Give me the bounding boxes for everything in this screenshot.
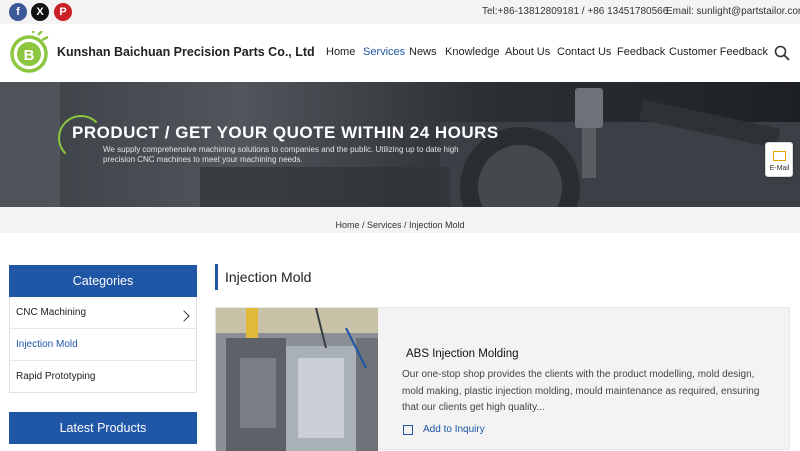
latest-products-heading: Latest Products bbox=[9, 412, 197, 444]
breadcrumb-separator: / bbox=[359, 220, 367, 230]
product-title[interactable]: ABS Injection Molding bbox=[406, 348, 519, 360]
hero-banner: PRODUCT / GET YOUR QUOTE WITHIN 24 HOURS… bbox=[0, 82, 800, 207]
breadcrumb-separator: / bbox=[401, 220, 410, 230]
breadcrumb: Home / Services / Injection Mold bbox=[335, 220, 464, 230]
nav-about-us[interactable]: About Us bbox=[505, 46, 550, 58]
x-twitter-icon[interactable]: X bbox=[31, 3, 49, 21]
add-to-inquiry-checkbox[interactable] bbox=[403, 425, 413, 435]
email-widget-label: E-Mail bbox=[769, 165, 790, 172]
email-address[interactable]: Email: sunlight@partstailor.com bbox=[666, 6, 800, 17]
company-logo[interactable]: B bbox=[8, 31, 50, 73]
facebook-icon[interactable]: f bbox=[9, 3, 27, 21]
category-rapid-prototyping[interactable]: Rapid Prototyping bbox=[10, 361, 196, 393]
company-name: Kunshan Baichuan Precision Parts Co., Lt… bbox=[57, 45, 315, 59]
nav-customer-feedback[interactable]: Customer Feedback bbox=[669, 46, 768, 58]
category-label: Injection Mold bbox=[16, 339, 78, 350]
add-to-inquiry-link[interactable]: Add to Inquiry bbox=[423, 424, 485, 435]
search-icon[interactable] bbox=[774, 45, 790, 61]
nav-contact-us[interactable]: Contact Us bbox=[557, 46, 611, 58]
site-header: B Kunshan Baichuan Precision Parts Co., … bbox=[0, 24, 800, 82]
product-card: ABS Injection Molding Our one-stop shop … bbox=[215, 307, 790, 451]
breadcrumb-current: Injection Mold bbox=[409, 220, 465, 230]
category-label: CNC Machining bbox=[16, 307, 87, 318]
top-bar: f X P Tel:+86-13812809181 / +86 13451780… bbox=[0, 0, 800, 24]
phone-number[interactable]: Tel:+86-13812809181 / +86 13451780566 bbox=[482, 6, 668, 17]
breadcrumb-home[interactable]: Home bbox=[335, 220, 359, 230]
title-accent-bar bbox=[215, 264, 218, 290]
category-label: Rapid Prototyping bbox=[16, 371, 96, 382]
nav-services[interactable]: Services bbox=[363, 46, 405, 58]
nav-home[interactable]: Home bbox=[326, 46, 355, 58]
logo-letter: B bbox=[24, 47, 35, 64]
nav-feedback[interactable]: Feedback bbox=[617, 46, 665, 58]
categories-heading: Categories bbox=[9, 265, 197, 297]
nav-knowledge[interactable]: Knowledge bbox=[445, 46, 499, 58]
breadcrumb-services[interactable]: Services bbox=[367, 220, 402, 230]
product-description: Our one-stop shop provides the clients w… bbox=[402, 369, 760, 413]
category-cnc-machining[interactable]: CNC Machining bbox=[10, 297, 196, 329]
category-injection-mold[interactable]: Injection Mold bbox=[10, 329, 196, 361]
banner-title: PRODUCT / GET YOUR QUOTE WITHIN 24 HOURS bbox=[72, 123, 499, 142]
email-widget[interactable]: E-Mail bbox=[765, 142, 793, 177]
banner-subtitle: We supply comprehensive machining soluti… bbox=[103, 145, 459, 164]
chevron-right-icon[interactable] bbox=[178, 310, 190, 322]
page-title: Injection Mold bbox=[225, 269, 312, 285]
envelope-icon bbox=[773, 151, 786, 161]
product-image[interactable] bbox=[216, 308, 378, 451]
nav-news[interactable]: News bbox=[409, 46, 437, 58]
breadcrumb-bar: Home / Services / Injection Mold bbox=[0, 207, 800, 233]
categories-list: CNC Machining Injection Mold Rapid Proto… bbox=[9, 297, 197, 393]
pinterest-icon[interactable]: P bbox=[54, 3, 72, 21]
